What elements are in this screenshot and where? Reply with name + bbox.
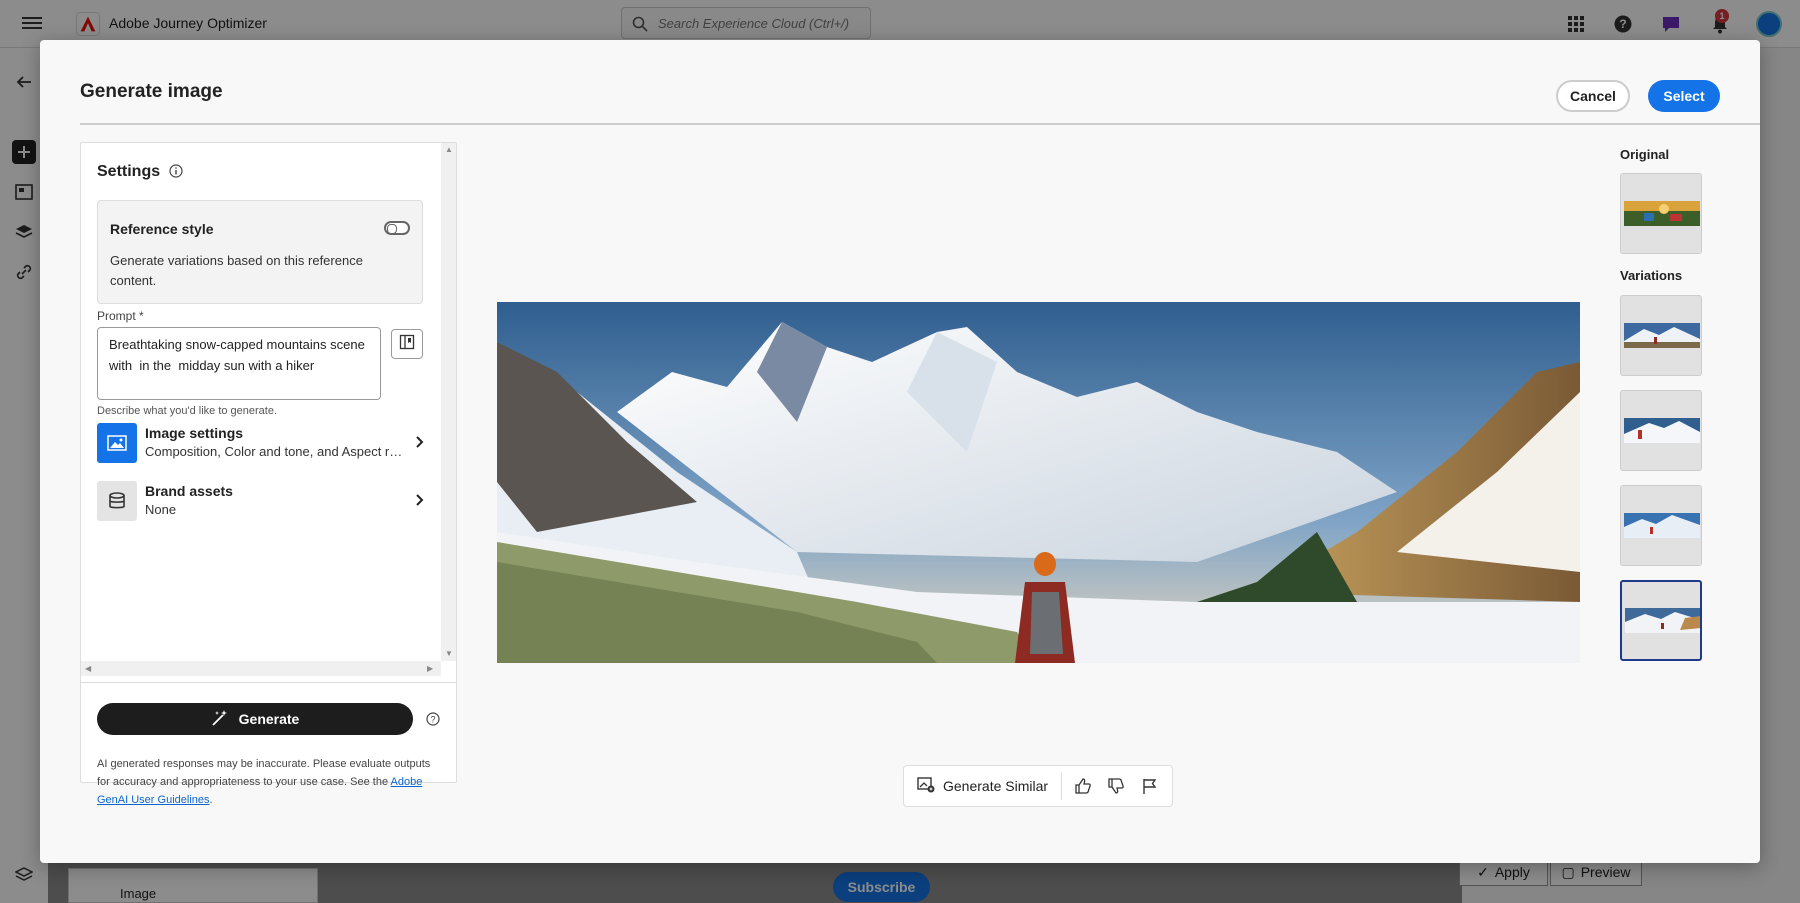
brand-assets-title: Brand assets	[145, 483, 233, 499]
variation-thumbnail-1[interactable]	[1620, 295, 1702, 376]
image-settings-row[interactable]: Image settings Composition, Color and to…	[97, 423, 427, 463]
brand-assets-subtitle: None	[145, 502, 177, 517]
chevron-right-icon	[415, 493, 425, 512]
generated-image-preview	[497, 302, 1580, 663]
search-icon	[632, 16, 648, 37]
original-label: Original	[1620, 147, 1670, 162]
variation-thumbnail-2[interactable]	[1620, 390, 1702, 471]
svg-text:?: ?	[1619, 17, 1626, 31]
help-circle-icon[interactable]: ?	[426, 712, 440, 731]
variation-image-4	[1625, 608, 1700, 633]
reference-style-card: Reference style Generate variations base…	[97, 200, 423, 304]
cancel-button[interactable]: Cancel	[1556, 80, 1630, 112]
action-bar-separator	[1061, 772, 1062, 800]
search-placeholder: Search Experience Cloud (Ctrl+/)	[658, 16, 850, 31]
prompt-label-text: Prompt	[97, 309, 136, 323]
prompt-library-icon	[399, 334, 415, 355]
prompt-label: Prompt *	[97, 309, 144, 323]
image-action-bar: Generate Similar	[903, 765, 1173, 807]
reference-style-toggle[interactable]	[384, 221, 410, 235]
generate-similar-button[interactable]: Generate Similar	[904, 766, 1054, 806]
disclaimer-text: AI generated responses may be inaccurate…	[97, 758, 431, 788]
horizontal-scrollbar[interactable]: ◀ ▶	[81, 661, 441, 676]
original-image	[1624, 201, 1700, 226]
original-thumbnail[interactable]	[1620, 173, 1702, 254]
add-icon[interactable]	[12, 140, 36, 164]
select-button[interactable]: Select	[1648, 80, 1720, 112]
settings-divider	[81, 682, 456, 683]
global-search-input[interactable]: Search Experience Cloud (Ctrl+/)	[621, 7, 871, 39]
variation-image-2	[1624, 418, 1700, 443]
user-avatar[interactable]	[1756, 11, 1782, 37]
thumbs-up-icon[interactable]	[1072, 775, 1094, 797]
generate-button[interactable]: Generate	[97, 703, 413, 735]
variation-image-1	[1624, 323, 1700, 348]
generate-label: Generate	[238, 711, 300, 727]
reference-style-description: Generate variations based on this refere…	[110, 253, 363, 288]
generate-image-dialog: Generate image Cancel Select Settings Re…	[40, 40, 1760, 863]
variation-image-3	[1624, 513, 1700, 538]
generate-similar-icon	[917, 776, 935, 796]
subscribe-button[interactable]: Subscribe	[833, 872, 930, 902]
reference-style-title: Reference style	[110, 221, 214, 237]
settings-panel: Settings Reference style Generate variat…	[80, 142, 457, 806]
image-settings-subtitle: Composition, Color and tone, and Aspect …	[145, 444, 407, 459]
prompt-library-button[interactable]	[391, 329, 423, 359]
brand-assets-row[interactable]: Brand assets None	[97, 481, 427, 521]
link-icon[interactable]	[12, 260, 36, 284]
feedback-icon[interactable]	[1659, 12, 1683, 36]
settings-title: Settings	[97, 163, 161, 180]
app-name[interactable]: Adobe Journey Optimizer	[109, 15, 267, 31]
variation-thumbnail-4[interactable]	[1620, 580, 1702, 661]
back-arrow-icon[interactable]	[12, 70, 36, 94]
magic-wand-icon	[211, 709, 229, 730]
prompt-input[interactable]: Breathtaking snow-capped mountains scene…	[97, 327, 381, 400]
image-component-row[interactable]	[68, 868, 318, 903]
chevron-right-icon	[415, 435, 425, 454]
variation-thumbnail-3[interactable]	[1620, 485, 1702, 566]
layers-bottom-icon[interactable]	[12, 863, 36, 887]
scroll-left-arrow[interactable]: ◀	[85, 664, 91, 673]
prompt-help-text: Describe what you'd like to generate.	[97, 405, 278, 417]
preview-label: Preview	[1580, 864, 1631, 880]
disclaimer-suffix: .	[209, 794, 213, 806]
flag-icon[interactable]	[1139, 775, 1161, 797]
assets-icon[interactable]	[12, 180, 36, 204]
required-marker: *	[139, 309, 144, 323]
dialog-title: Generate image	[80, 81, 223, 102]
layers-icon[interactable]	[12, 220, 36, 244]
thumbs-down-icon[interactable]	[1105, 775, 1127, 797]
generate-similar-label: Generate Similar	[943, 778, 1049, 794]
scroll-right-arrow[interactable]: ▶	[427, 664, 433, 673]
svg-text:?: ?	[430, 715, 435, 725]
variations-label: Variations	[1620, 268, 1683, 283]
ai-disclaimer: AI generated responses may be inaccurate…	[97, 755, 443, 809]
adobe-logo[interactable]	[76, 12, 100, 36]
settings-scroll-area[interactable]: Settings Reference style Generate variat…	[81, 143, 441, 663]
mountain-hiker-image	[497, 302, 1580, 663]
image-component-label: Image	[120, 886, 157, 901]
notification-badge: 1	[1715, 9, 1729, 23]
apps-grid-icon[interactable]	[1564, 12, 1588, 36]
scroll-down-arrow[interactable]: ▼	[445, 649, 453, 658]
vertical-scrollbar[interactable]: ▲ ▼	[441, 143, 456, 661]
apply-label: Apply	[1494, 864, 1530, 880]
check-icon: ✓	[1477, 863, 1489, 880]
info-icon[interactable]	[169, 164, 183, 183]
image-settings-title: Image settings	[145, 425, 244, 441]
dialog-divider	[80, 123, 1760, 125]
menu-icon[interactable]	[22, 14, 42, 32]
database-icon	[97, 481, 137, 521]
preview-icon: ▢	[1561, 863, 1575, 880]
scroll-up-arrow[interactable]: ▲	[445, 145, 453, 154]
help-icon[interactable]: ?	[1611, 12, 1635, 36]
image-icon	[97, 423, 137, 463]
